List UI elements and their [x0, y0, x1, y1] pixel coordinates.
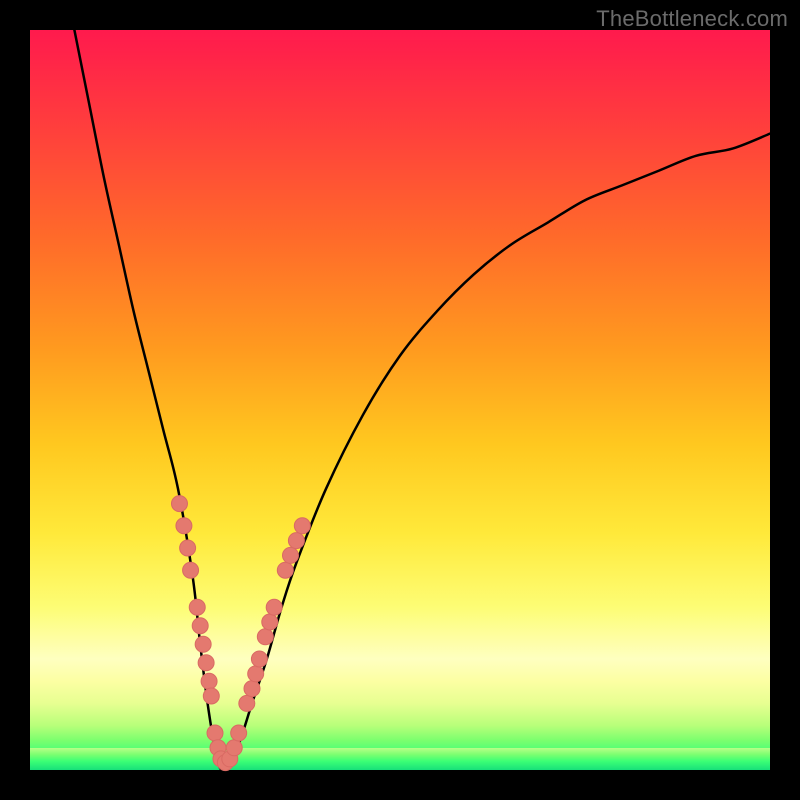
curve-marker	[207, 725, 223, 741]
curve-marker	[266, 599, 282, 615]
curve-marker	[176, 518, 192, 534]
chart-frame: TheBottleneck.com	[0, 0, 800, 800]
plot-area	[30, 30, 770, 770]
curve-marker	[231, 725, 247, 741]
curve-marker	[195, 636, 211, 652]
curve-marker	[180, 540, 196, 556]
curve-marker	[248, 666, 264, 682]
curve-marker	[239, 695, 255, 711]
curve-marker	[262, 614, 278, 630]
curve-marker	[244, 681, 260, 697]
curve-marker	[192, 618, 208, 634]
watermark-label: TheBottleneck.com	[596, 6, 788, 32]
curve-marker	[277, 562, 293, 578]
curve-marker	[189, 599, 205, 615]
curve-marker	[257, 629, 273, 645]
curve-marker	[226, 740, 242, 756]
curve-marker	[198, 655, 214, 671]
curve-marker	[201, 673, 217, 689]
curve-layer	[30, 30, 770, 770]
curve-marker	[203, 688, 219, 704]
curve-marker	[294, 518, 310, 534]
curve-marker	[282, 547, 298, 563]
curve-marker	[171, 496, 187, 512]
bottleneck-curve	[74, 30, 770, 770]
curve-marker	[183, 562, 199, 578]
curve-markers	[171, 496, 310, 771]
curve-marker	[288, 533, 304, 549]
curve-marker	[251, 651, 267, 667]
